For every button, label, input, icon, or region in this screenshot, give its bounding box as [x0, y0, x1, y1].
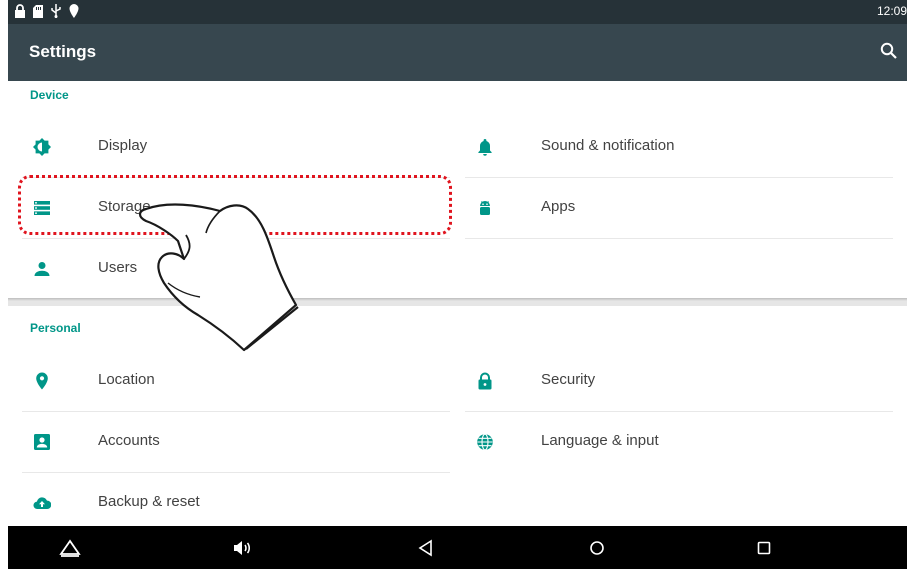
- item-label: Accounts: [98, 432, 160, 449]
- back-icon: [418, 539, 432, 557]
- settings-item-sound[interactable]: Sound & notification: [465, 117, 893, 177]
- page-title: Settings: [29, 42, 97, 61]
- lock-icon: [478, 372, 492, 390]
- lock-icon: [15, 4, 25, 18]
- settings-item-display[interactable]: Display: [22, 117, 450, 177]
- settings-item-backup[interactable]: Backup & reset: [22, 473, 450, 533]
- brightness-icon: [33, 138, 51, 156]
- nav-up-button[interactable]: [58, 536, 82, 560]
- android-icon: [480, 201, 490, 215]
- location-icon: [36, 372, 48, 390]
- tap-hand-icon: [138, 203, 299, 352]
- item-label: Backup & reset: [98, 493, 200, 510]
- search-icon: [880, 42, 897, 59]
- settings-screen: 12:09 Settings Device Display Sound & no…: [8, 0, 907, 569]
- divider: [465, 238, 893, 239]
- status-clock: 12:09: [876, 4, 907, 18]
- item-label: Language & input: [541, 432, 659, 449]
- nav-home-button[interactable]: [585, 536, 609, 560]
- settings-item-language[interactable]: Language & input: [465, 412, 893, 472]
- search-button[interactable]: [879, 41, 899, 61]
- settings-item-location[interactable]: Location: [22, 351, 450, 411]
- globe-icon: [477, 433, 493, 451]
- recents-icon: [757, 541, 771, 555]
- person-icon: [34, 262, 50, 276]
- location-pin-icon: [69, 4, 79, 18]
- item-label: Sound & notification: [541, 137, 675, 154]
- navigation-bar: [8, 526, 907, 569]
- settings-item-security[interactable]: Security: [465, 351, 893, 411]
- item-label: Apps: [541, 198, 576, 215]
- section-header-personal: Personal: [30, 321, 81, 335]
- account-box-icon: [34, 434, 50, 450]
- section-header-device: Device: [30, 88, 69, 102]
- volume-icon: [234, 541, 251, 555]
- status-bar: 12:09: [8, 0, 907, 24]
- item-label: Location: [98, 371, 155, 388]
- bell-icon: [478, 139, 492, 156]
- up-arrow-icon: [59, 539, 81, 557]
- nav-recents-button[interactable]: [752, 536, 776, 560]
- settings-item-accounts[interactable]: Accounts: [22, 412, 450, 472]
- cloud-upload-icon: [33, 497, 51, 510]
- sd-card-icon: [33, 4, 43, 18]
- item-label: Display: [98, 137, 148, 154]
- item-label: Security: [541, 371, 596, 388]
- nav-volume-button[interactable]: [230, 536, 254, 560]
- app-toolbar: Settings: [8, 24, 907, 81]
- home-icon: [590, 541, 604, 555]
- usb-icon: [51, 4, 61, 18]
- nav-back-button[interactable]: [414, 536, 438, 560]
- settings-item-apps[interactable]: Apps: [465, 178, 893, 238]
